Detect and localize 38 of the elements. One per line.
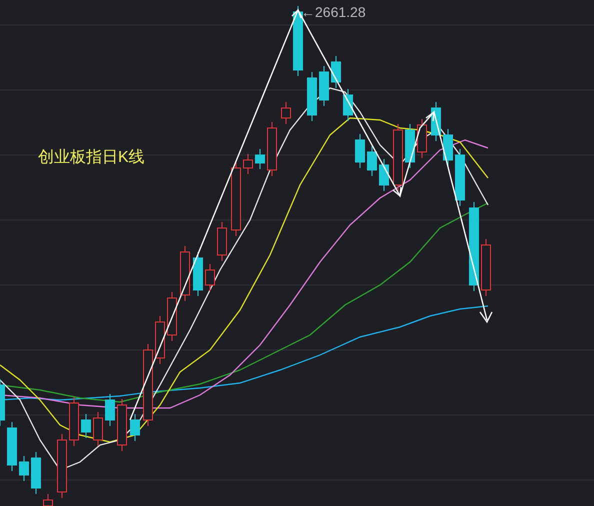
- candlestick: [117, 398, 127, 452]
- candlestick: [307, 72, 317, 122]
- candlestick: [443, 128, 453, 166]
- candlestick: [267, 122, 277, 176]
- peak-value-label: ←2661.28: [301, 3, 366, 22]
- candlestick: [367, 146, 377, 176]
- candlestick: [130, 414, 140, 442]
- candlestick: [205, 264, 215, 292]
- candlestick: [379, 158, 389, 192]
- candlestick: [31, 452, 41, 494]
- candlestick: [455, 148, 465, 206]
- candlestick: [293, 6, 303, 76]
- candlestick: [167, 292, 177, 342]
- candlestick: [7, 422, 17, 472]
- candlestick: [155, 316, 165, 364]
- candlestick: [281, 102, 291, 124]
- candlestick: [69, 396, 79, 446]
- candlestick: [57, 434, 67, 498]
- candlestick: [19, 456, 29, 482]
- chart-title: 创业板指日K线: [38, 148, 145, 168]
- candlestick: [93, 412, 103, 446]
- candlestick: [481, 238, 491, 296]
- candlestick: [319, 66, 329, 106]
- candlestick: [255, 148, 265, 170]
- candlestick: [431, 102, 441, 142]
- candlestick: [217, 222, 227, 262]
- candlestick: [343, 88, 353, 122]
- candlestick: [0, 378, 5, 426]
- candlestick: [355, 134, 365, 168]
- candlestick: [405, 124, 415, 168]
- candlestick: [81, 414, 91, 438]
- candlestick: [193, 252, 203, 296]
- candlestick: [105, 394, 115, 426]
- candlestick: [331, 56, 341, 88]
- candlestick: [180, 246, 190, 302]
- candlestick: [417, 118, 427, 158]
- candlestick: [393, 124, 403, 192]
- candlestick: [243, 154, 253, 174]
